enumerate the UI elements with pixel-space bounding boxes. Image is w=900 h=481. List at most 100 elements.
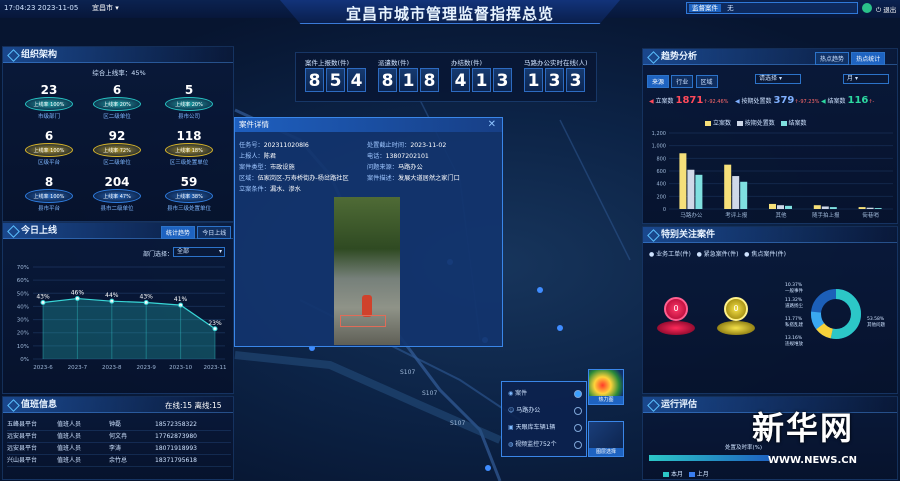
logout-button[interactable]: ⏻ 退出 bbox=[876, 4, 896, 15]
data-label: 43% bbox=[140, 293, 154, 300]
kpi-digit: 4 bbox=[347, 68, 366, 92]
stat-icon: ◀ bbox=[821, 98, 826, 105]
duty-row[interactable]: 远安县平台 值班人员 何文冉 17762873980 bbox=[7, 431, 231, 443]
search-box[interactable]: 监督案件 无 bbox=[686, 2, 858, 14]
org-label: 区二级单位 bbox=[103, 160, 131, 166]
city-selector[interactable]: 宜昌市 ▾ bbox=[92, 3, 119, 13]
bar[interactable] bbox=[858, 207, 866, 209]
duty-row[interactable]: 兴山县平台 值班人员 余竹总 18371795618 bbox=[7, 455, 231, 467]
case-field-key: 任务号： bbox=[239, 142, 264, 149]
dept-select[interactable]: 全部 ▾ bbox=[173, 247, 225, 257]
duty-status: 在线:15 离线:15 bbox=[165, 401, 222, 410]
bar[interactable] bbox=[679, 153, 687, 209]
org-label: 县市二级单位 bbox=[100, 206, 134, 212]
special-item[interactable]: ● 焦点案件(件) bbox=[744, 251, 786, 258]
duty-cell: 值班人员 bbox=[57, 445, 82, 452]
org-cell[interactable]: 59 上线率 38% 县市三级处置单位 bbox=[161, 175, 217, 221]
org-rate-ring: 上线率 20% bbox=[93, 97, 141, 111]
car-icon: ▣ bbox=[508, 424, 514, 431]
datetime: 17:04:23 2023-11-05 bbox=[4, 4, 79, 12]
bar[interactable] bbox=[687, 169, 695, 209]
kpi-digit: 1 bbox=[472, 68, 491, 92]
duty-row[interactable]: 远安县平台 值班人员 李涛 18071918993 bbox=[7, 443, 231, 455]
org-cell[interactable]: 5 上线率 20% 县市公司 bbox=[161, 83, 217, 129]
filter-region[interactable]: 区域 bbox=[695, 75, 718, 88]
org-cell[interactable]: 23 上线率 100% 市级部门 bbox=[21, 83, 77, 129]
trend-tab[interactable]: 统计趋势 bbox=[161, 226, 196, 239]
filter-source[interactable]: 来源 bbox=[647, 75, 670, 88]
heatmap-thumb[interactable]: 热力图 bbox=[588, 369, 624, 405]
bar[interactable] bbox=[821, 206, 829, 209]
period-select[interactable]: 月 ▾ bbox=[843, 74, 889, 84]
filter-industry[interactable]: 行业 bbox=[671, 75, 694, 88]
case-field-key: 电话： bbox=[367, 153, 386, 160]
special-item[interactable]: ● 紧急案件(件) bbox=[697, 251, 739, 258]
bar[interactable] bbox=[769, 203, 776, 209]
bar[interactable] bbox=[777, 205, 784, 209]
org-cell[interactable]: 118 上线率 18% 区三级处置单位 bbox=[161, 129, 217, 175]
road-label: S107 bbox=[422, 390, 438, 397]
case-field-key: 上报人： bbox=[239, 153, 264, 160]
special-items: ● 业务工单(件) ● 紧急案件(件) ● 焦点案件(件) bbox=[649, 249, 899, 258]
layer-select-thumb[interactable]: 图层选择 bbox=[588, 421, 624, 457]
org-cell[interactable]: 8 上线率 100% 县市平台 bbox=[21, 175, 77, 221]
bar[interactable] bbox=[829, 207, 837, 209]
today-tab[interactable]: 今日上线 bbox=[197, 226, 232, 239]
toggle-switch[interactable] bbox=[862, 3, 872, 13]
duty-row[interactable]: 五峰县平台 值班人员 钟磊 18572358322 bbox=[7, 419, 231, 431]
kpi-digit: 3 bbox=[545, 68, 564, 92]
page-title: 宜昌市城市管理监督指挥总览 bbox=[345, 5, 554, 23]
layer-item[interactable]: ▣ 天眼库车辆1辆 bbox=[508, 422, 582, 434]
close-icon[interactable]: ✕ bbox=[488, 119, 496, 130]
layer-item[interactable]: ◍ 视频监控752个 bbox=[508, 439, 582, 451]
case-field-key: 问题来源： bbox=[367, 164, 398, 171]
special-item[interactable]: ● 业务工单(件) bbox=[649, 251, 691, 258]
stat-value: 116 bbox=[847, 95, 869, 106]
hot-stat-tab[interactable]: 热点统计 bbox=[851, 52, 886, 65]
kpi-digit: 8 bbox=[420, 68, 439, 92]
stat-value: 379 bbox=[773, 95, 795, 106]
bar[interactable] bbox=[724, 164, 732, 209]
org-cell[interactable]: 6 上线率 20% 区二级单位 bbox=[89, 83, 145, 129]
hot-trend-tab[interactable]: 热点趋势 bbox=[815, 52, 850, 65]
trend-panel: 趋势分析 热点趋势 热点统计 来源 行业 区域 请选择 ▾ 月 ▾ 立案数 按期… bbox=[642, 48, 898, 224]
org-label: 县市平台 bbox=[37, 206, 60, 212]
case-field-value: 13807202101 bbox=[385, 153, 429, 160]
layer-item[interactable]: ◉ 案件 bbox=[508, 388, 582, 400]
stat-value: 1871 bbox=[675, 95, 704, 106]
layer-select-label: 图层选择 bbox=[589, 448, 623, 456]
camera-icon: ◍ bbox=[508, 441, 514, 448]
bar[interactable] bbox=[785, 205, 792, 209]
case-field-value: 陈君 bbox=[263, 153, 277, 160]
org-count: 8 bbox=[44, 175, 54, 189]
y-tick-label: 50% bbox=[17, 291, 29, 297]
trend-stat: ◀ 结案数 116↑- bbox=[821, 95, 875, 106]
x-tick-label: 随手拍上报 bbox=[812, 211, 840, 219]
org-cell[interactable]: 6 上线率 100% 区级平台 bbox=[21, 129, 77, 175]
stat-change: ↑-97.23% bbox=[794, 99, 820, 105]
layer-radio[interactable] bbox=[574, 441, 582, 449]
bar[interactable] bbox=[732, 176, 740, 209]
org-cell[interactable]: 204 上线率 47% 县市二级单位 bbox=[89, 175, 145, 221]
layer-radio[interactable] bbox=[574, 407, 582, 415]
chevron-down-icon: ▾ bbox=[218, 248, 222, 255]
bar[interactable] bbox=[695, 174, 703, 209]
layer-radio[interactable] bbox=[574, 424, 582, 432]
layer-item[interactable]: ☺ 马路办公 bbox=[508, 405, 582, 417]
bar[interactable] bbox=[874, 208, 882, 209]
duty-cell: 远安县平台 bbox=[7, 433, 38, 440]
road-label: S107 bbox=[400, 369, 416, 376]
org-cell[interactable]: 92 上线率 72% 区二级单位 bbox=[89, 129, 145, 175]
layer-radio[interactable] bbox=[574, 390, 582, 398]
bar[interactable] bbox=[813, 205, 821, 209]
urgent-case-gauge: 0 bbox=[713, 291, 759, 341]
kpi-label: 案件上报数(件) bbox=[305, 59, 350, 67]
duty-panel: 值班信息 在线:15 离线:15 五峰县平台 值班人员 钟磊 18572358322 远… bbox=[2, 396, 234, 480]
x-tick-label: 考评上报 bbox=[725, 211, 748, 219]
trend-select[interactable]: 请选择 ▾ bbox=[755, 74, 801, 84]
org-rate-ring: 上线率 20% bbox=[165, 97, 213, 111]
case-field-key: 立案条件： bbox=[239, 186, 270, 193]
bar[interactable] bbox=[740, 181, 748, 209]
case-photo[interactable] bbox=[334, 197, 400, 345]
bar[interactable] bbox=[866, 207, 874, 209]
